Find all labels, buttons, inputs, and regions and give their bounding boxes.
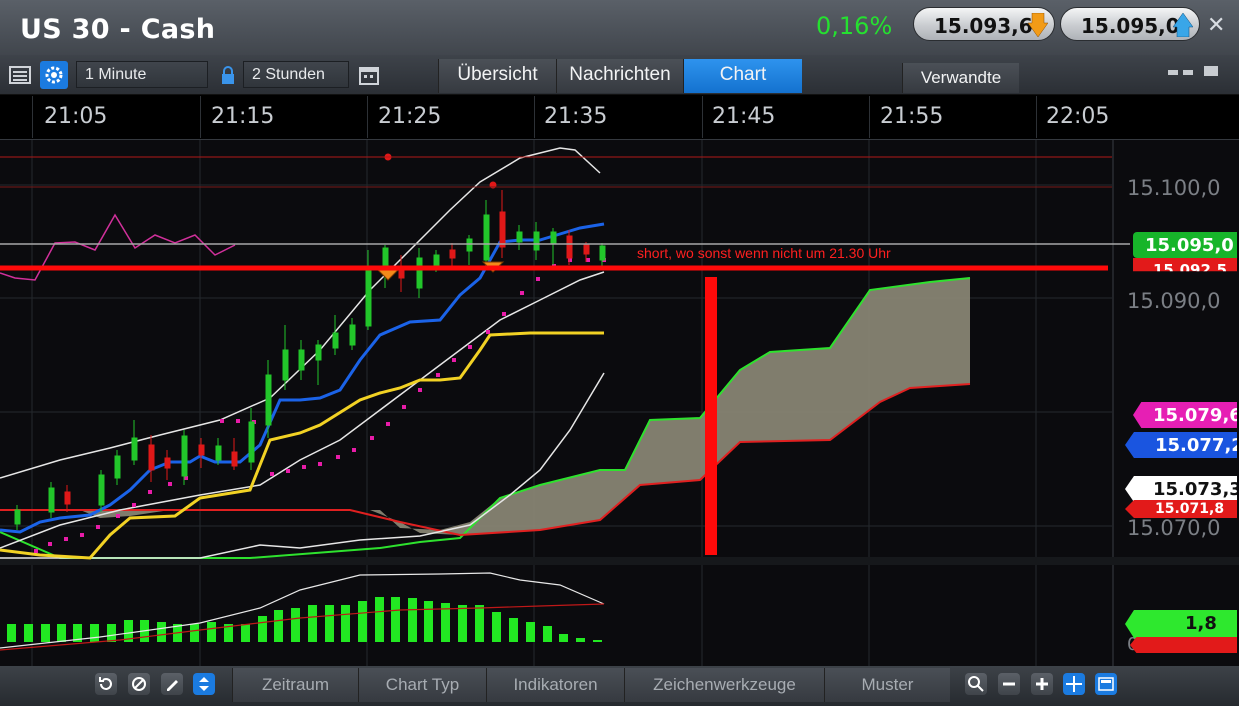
interval-select[interactable]: 1 Minute [76, 61, 208, 88]
price-chart[interactable] [0, 140, 1239, 666]
maximize-icon[interactable] [1204, 66, 1218, 76]
daily-change: 0,16% [816, 12, 893, 40]
list-icon[interactable] [8, 63, 32, 87]
tab-zeitraum[interactable]: Zeitraum [232, 668, 358, 702]
tab-indikatoren[interactable]: Indikatoren [486, 668, 624, 702]
price-badge-bollinger: 15.073,3 [1125, 476, 1237, 502]
zoom-icon[interactable] [965, 673, 987, 695]
calculator-icon[interactable] [1095, 673, 1117, 695]
tab-chart[interactable]: Chart [683, 59, 802, 93]
time-label: 21:15 [211, 104, 275, 129]
zoom-in-icon[interactable] [1031, 673, 1053, 695]
tab-muster[interactable]: Muster [824, 668, 950, 702]
time-divider [1036, 96, 1037, 138]
chart-toolbar: 1 Minute 2 Stunden Übersicht Nachrichten… [0, 55, 1239, 95]
buy-arrow-icon [1173, 13, 1193, 37]
time-label: 21:55 [880, 104, 944, 129]
sell-arrow-icon [1028, 13, 1048, 37]
price-badge-current: 15.095,0 [1133, 232, 1237, 258]
calendar-icon[interactable] [357, 63, 381, 87]
title-bar: US 30 - Cash 0,16% 15.093,6 15.095,0 ✕ [0, 0, 1239, 55]
close-icon[interactable]: ✕ [1207, 12, 1225, 38]
zoom-out-icon[interactable] [998, 673, 1020, 695]
crosshair-icon[interactable] [1063, 673, 1085, 695]
time-label: 21:25 [378, 104, 442, 129]
bottom-toolbar: Zeitraum Chart Typ Indikatoren Zeichenwe… [0, 666, 1239, 706]
lock-icon[interactable] [216, 63, 240, 87]
time-axis: 21:05 21:15 21:25 21:35 21:45 21:55 22:0… [0, 95, 1239, 140]
settings-gear-icon[interactable] [40, 61, 68, 89]
time-label: 21:45 [712, 104, 776, 129]
price-axis-label: 15.070,0 [1127, 516, 1221, 540]
tab-chart-typ[interactable]: Chart Typ [358, 668, 486, 702]
momentum-value-badge: 1,8 [1125, 610, 1237, 638]
tab-nachrichten[interactable]: Nachrichten [556, 59, 683, 93]
time-divider [702, 96, 703, 138]
tab-uebersicht[interactable]: Übersicht [438, 59, 556, 93]
buy-price-button[interactable]: 15.095,0 [1060, 7, 1200, 41]
cancel-icon[interactable] [128, 673, 150, 695]
refresh-icon[interactable] [95, 673, 117, 695]
pencil-icon[interactable] [161, 673, 183, 695]
minimize-icon[interactable] [1168, 70, 1178, 75]
time-label: 22:05 [1046, 104, 1110, 129]
tab-zeichenwerkzeuge[interactable]: Zeichenwerkzeuge [624, 668, 824, 702]
price-badge-tenkan: 15.077,2 [1125, 432, 1237, 458]
tab-verwandte[interactable]: Verwandte [902, 63, 1019, 93]
time-label: 21:05 [44, 104, 108, 129]
chart-annotation[interactable]: short, wo sonst wenn nicht um 21.30 Uhr [637, 245, 891, 261]
instrument-title: US 30 - Cash [20, 14, 216, 45]
time-divider [534, 96, 535, 138]
price-axis-label: 15.100,0 [1127, 176, 1221, 200]
time-label: 21:35 [544, 104, 608, 129]
restore-icon[interactable] [1183, 70, 1193, 75]
scroll-icon[interactable] [193, 673, 215, 695]
time-divider [32, 96, 33, 138]
price-badge-parabolic: 15.079,6 [1133, 402, 1237, 428]
price-axis-label: 15.090,0 [1127, 289, 1221, 313]
price-badge-kijun: 15.071,8 [1125, 500, 1237, 518]
momentum-signal-badge [1130, 637, 1237, 653]
time-divider [869, 96, 870, 138]
buy-price: 15.095,0 [1081, 14, 1180, 38]
range-select[interactable]: 2 Stunden [243, 61, 349, 88]
time-divider [367, 96, 368, 138]
sell-price: 15.093,6 [934, 14, 1033, 38]
chart-background [0, 140, 1239, 666]
sell-price-button[interactable]: 15.093,6 [913, 7, 1055, 41]
time-divider [200, 96, 201, 138]
